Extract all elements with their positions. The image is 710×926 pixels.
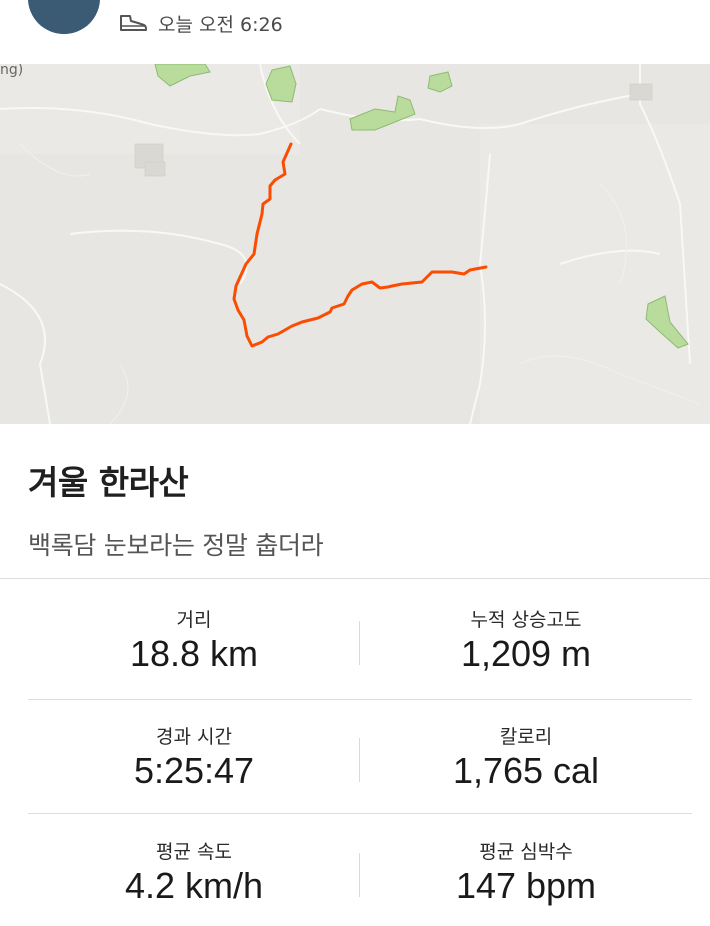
stat-value: 4.2 km/h: [124, 865, 264, 906]
stat-average-heart-rate: 평균 심박수 147 bpm: [360, 815, 692, 926]
stats-divider: [0, 578, 710, 579]
stats-row: 거리 18.8 km 누적 상승고도 1,209 m: [28, 583, 692, 697]
stats-row: 평균 속도 4.2 km/h 평균 심박수 147 bpm: [28, 815, 692, 926]
stat-distance: 거리 18.8 km: [28, 583, 360, 697]
stat-elapsed-time: 경과 시간 5:25:47: [28, 700, 360, 814]
stats-row: 경과 시간 5:25:47 칼로리 1,765 cal: [28, 700, 692, 814]
activity-header: 오늘 오전 6:26: [0, 0, 710, 64]
activity-description: 백록담 눈보라는 정말 춥더라: [28, 531, 324, 560]
stat-label: 칼로리: [499, 726, 553, 748]
avatar[interactable]: [28, 0, 100, 34]
stat-label: 평균 속도: [156, 841, 232, 863]
stat-average-speed: 평균 속도 4.2 km/h: [28, 815, 360, 926]
stat-label: 경과 시간: [156, 726, 232, 748]
route-map-canvas: ng): [0, 64, 710, 424]
activity-title-block: 겨울 한라산 백록담 눈보라는 정말 춥더라: [28, 456, 324, 562]
route-map[interactable]: ng): [0, 64, 710, 424]
stat-label: 거리: [176, 609, 212, 631]
stat-value: 1,209 m: [460, 633, 592, 674]
stat-value: 18.8 km: [129, 633, 259, 674]
stat-value: 5:25:47: [133, 750, 255, 791]
stat-value: 1,765 cal: [452, 750, 600, 791]
stats-row-divider: [28, 813, 692, 814]
activity-timestamp: 오늘 오전 6:26: [158, 13, 283, 36]
stat-value: 147 bpm: [455, 865, 597, 906]
map-edge-label: ng): [0, 64, 23, 78]
hiking-shoe-icon: [120, 15, 147, 31]
stat-label: 누적 상승고도: [470, 609, 582, 631]
activity-meta: 오늘 오전 6:26: [118, 8, 283, 38]
stat-label: 평균 심박수: [479, 841, 573, 863]
stat-elevation-gain: 누적 상승고도 1,209 m: [360, 583, 692, 697]
stat-calories: 칼로리 1,765 cal: [360, 700, 692, 814]
activity-title: 겨울 한라산: [28, 463, 189, 502]
